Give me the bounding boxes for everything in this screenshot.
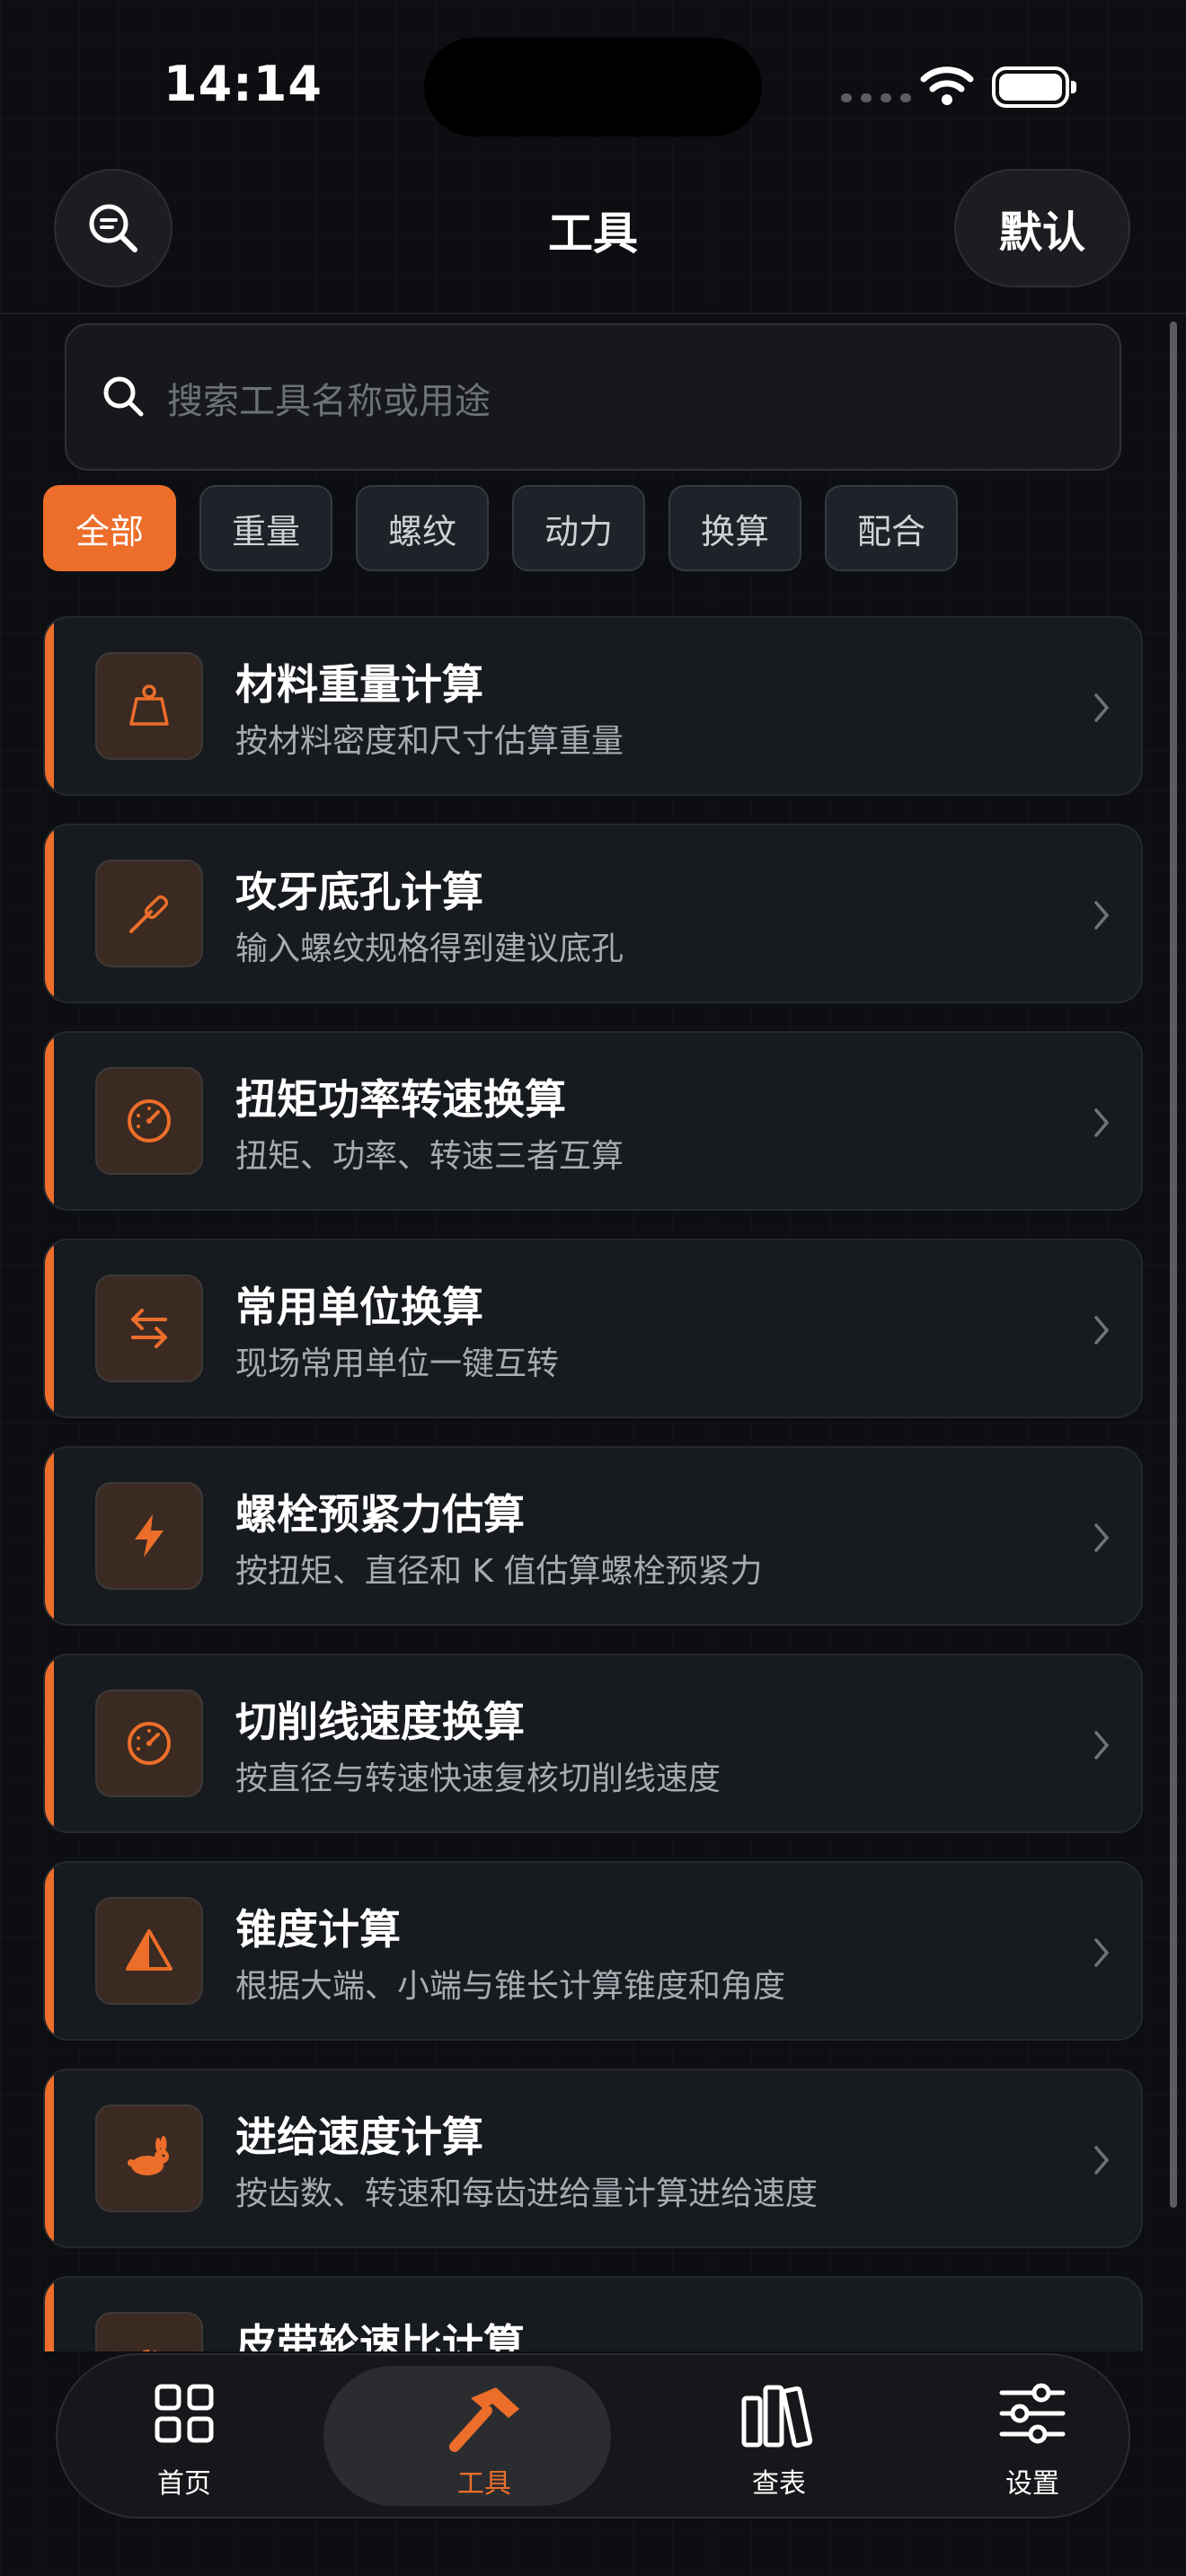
screwdriver-icon bbox=[95, 860, 203, 967]
card-accent bbox=[45, 2278, 54, 2351]
tab-tools[interactable]: 工具 bbox=[323, 2355, 611, 2517]
chevron-right-icon bbox=[1094, 2146, 1110, 2175]
chevron-right-icon bbox=[1094, 1316, 1110, 1345]
chevron-right-icon bbox=[1094, 1938, 1110, 1967]
tool-title: 扭矩功率转速换算 bbox=[235, 1075, 566, 1124]
search-input[interactable]: 搜索工具名称或用途 bbox=[65, 323, 1121, 471]
tool-title: 锥度计算 bbox=[235, 1905, 401, 1954]
chip-conversion[interactable]: 换算 bbox=[668, 485, 801, 571]
search-placeholder: 搜索工具名称或用途 bbox=[167, 381, 491, 422]
tab-home[interactable]: 首页 bbox=[58, 2355, 311, 2517]
gauge-icon bbox=[95, 1689, 203, 1797]
signal-icon bbox=[841, 93, 911, 102]
dynamic-island bbox=[424, 38, 762, 137]
tool-card-feed-rate[interactable]: 进给速度计算 按齿数、转速和每齿进给量计算进给速度 bbox=[43, 2069, 1143, 2248]
tool-card-tap-drill[interactable]: 攻牙底孔计算 输入螺纹规格得到建议底孔 bbox=[43, 824, 1143, 1003]
card-accent bbox=[45, 1863, 54, 2039]
gear-icon bbox=[95, 2312, 203, 2351]
card-accent bbox=[45, 1240, 54, 1416]
tool-subtitle: 输入螺纹规格得到建议底孔 bbox=[235, 931, 624, 967]
wifi-icon bbox=[920, 66, 974, 105]
tool-list: 材料重量计算 按材料密度和尺寸估算重量 攻牙底孔计算 输入螺纹规格得到建议底孔 … bbox=[43, 616, 1143, 2351]
chevron-right-icon bbox=[1094, 1731, 1110, 1760]
hammer-icon bbox=[449, 2387, 519, 2452]
tool-card-bolt-preload[interactable]: 螺栓预紧力估算 按扭矩、直径和 K 值估算螺栓预紧力 bbox=[43, 1446, 1143, 1626]
tab-label: 设置 bbox=[1005, 2468, 1059, 2500]
scrollbar[interactable] bbox=[1170, 322, 1177, 2208]
tool-subtitle: 按扭矩、直径和 K 值估算螺栓预紧力 bbox=[235, 1553, 763, 1590]
tool-title: 攻牙底孔计算 bbox=[235, 868, 483, 916]
sliders-icon bbox=[999, 2383, 1066, 2444]
status-time: 14:14 bbox=[164, 56, 323, 112]
tool-title: 切削线速度换算 bbox=[235, 1698, 525, 1746]
tool-card-cutting-speed[interactable]: 切削线速度换算 按直径与转速快速复核切削线速度 bbox=[43, 1654, 1143, 1833]
chip-all[interactable]: 全部 bbox=[43, 485, 176, 571]
default-sort-button[interactable]: 默认 bbox=[954, 169, 1130, 287]
card-accent bbox=[45, 618, 54, 794]
tool-subtitle: 按材料密度和尺寸估算重量 bbox=[235, 723, 624, 760]
card-accent bbox=[45, 825, 54, 1001]
card-accent bbox=[45, 1655, 54, 1831]
search-icon bbox=[103, 376, 144, 417]
tool-card-taper[interactable]: 锥度计算 根据大端、小端与锥长计算锥度和角度 bbox=[43, 1861, 1143, 2041]
chevron-right-icon bbox=[1094, 901, 1110, 930]
rabbit-icon bbox=[95, 2104, 203, 2212]
weight-icon bbox=[95, 652, 203, 760]
triangle-icon bbox=[95, 1897, 203, 2005]
chip-fit[interactable]: 配合 bbox=[825, 485, 958, 571]
nav-bar: 工具 默认 bbox=[0, 162, 1186, 314]
card-accent bbox=[45, 1033, 54, 1209]
tool-title: 常用单位换算 bbox=[235, 1283, 483, 1331]
card-accent bbox=[45, 1448, 54, 1624]
tool-title: 螺栓预紧力估算 bbox=[235, 1490, 525, 1539]
tab-label: 查表 bbox=[752, 2468, 806, 2500]
battery-icon bbox=[992, 66, 1076, 108]
tab-label: 首页 bbox=[157, 2468, 211, 2500]
status-bar: 14:14 bbox=[0, 0, 1186, 162]
gauge-icon bbox=[95, 1067, 203, 1175]
chip-thread[interactable]: 螺纹 bbox=[356, 485, 489, 571]
tab-settings[interactable]: 设置 bbox=[906, 2355, 1159, 2517]
tool-title: 皮带轮速比计算 bbox=[235, 2320, 525, 2351]
tool-subtitle: 根据大端、小端与锥长计算锥度和角度 bbox=[235, 1968, 786, 2005]
tool-subtitle: 扭矩、功率、转速三者互算 bbox=[235, 1138, 624, 1175]
grid-icon bbox=[155, 2384, 214, 2443]
chevron-right-icon bbox=[1094, 1108, 1110, 1137]
chip-weight[interactable]: 重量 bbox=[199, 485, 332, 571]
tab-bar: 首页 工具 查表 设置 bbox=[56, 2353, 1130, 2519]
chip-power[interactable]: 动力 bbox=[512, 485, 645, 571]
tool-card-torque-power[interactable]: 扭矩功率转速换算 扭矩、功率、转速三者互算 bbox=[43, 1031, 1143, 1211]
tool-card-pulley-ratio[interactable]: 皮带轮速比计算 bbox=[43, 2276, 1143, 2351]
tab-lookup[interactable]: 查表 bbox=[652, 2355, 906, 2517]
tab-label: 工具 bbox=[457, 2468, 511, 2500]
tool-card-material-weight[interactable]: 材料重量计算 按材料密度和尺寸估算重量 bbox=[43, 616, 1143, 796]
tool-subtitle: 按直径与转速快速复核切削线速度 bbox=[235, 1760, 721, 1797]
swap-arrows-icon bbox=[95, 1275, 203, 1382]
tool-card-unit-conversion[interactable]: 常用单位换算 现场常用单位一键互转 bbox=[43, 1239, 1143, 1418]
tool-subtitle: 现场常用单位一键互转 bbox=[235, 1345, 560, 1382]
bolt-icon bbox=[95, 1482, 203, 1590]
tool-title: 材料重量计算 bbox=[235, 660, 483, 709]
chevron-right-icon bbox=[1094, 693, 1110, 722]
card-accent bbox=[45, 2070, 54, 2246]
tool-title: 进给速度计算 bbox=[235, 2113, 483, 2161]
chevron-right-icon bbox=[1094, 1523, 1110, 1552]
tool-subtitle: 按齿数、转速和每齿进给量计算进给速度 bbox=[235, 2175, 819, 2212]
books-icon bbox=[741, 2385, 813, 2448]
